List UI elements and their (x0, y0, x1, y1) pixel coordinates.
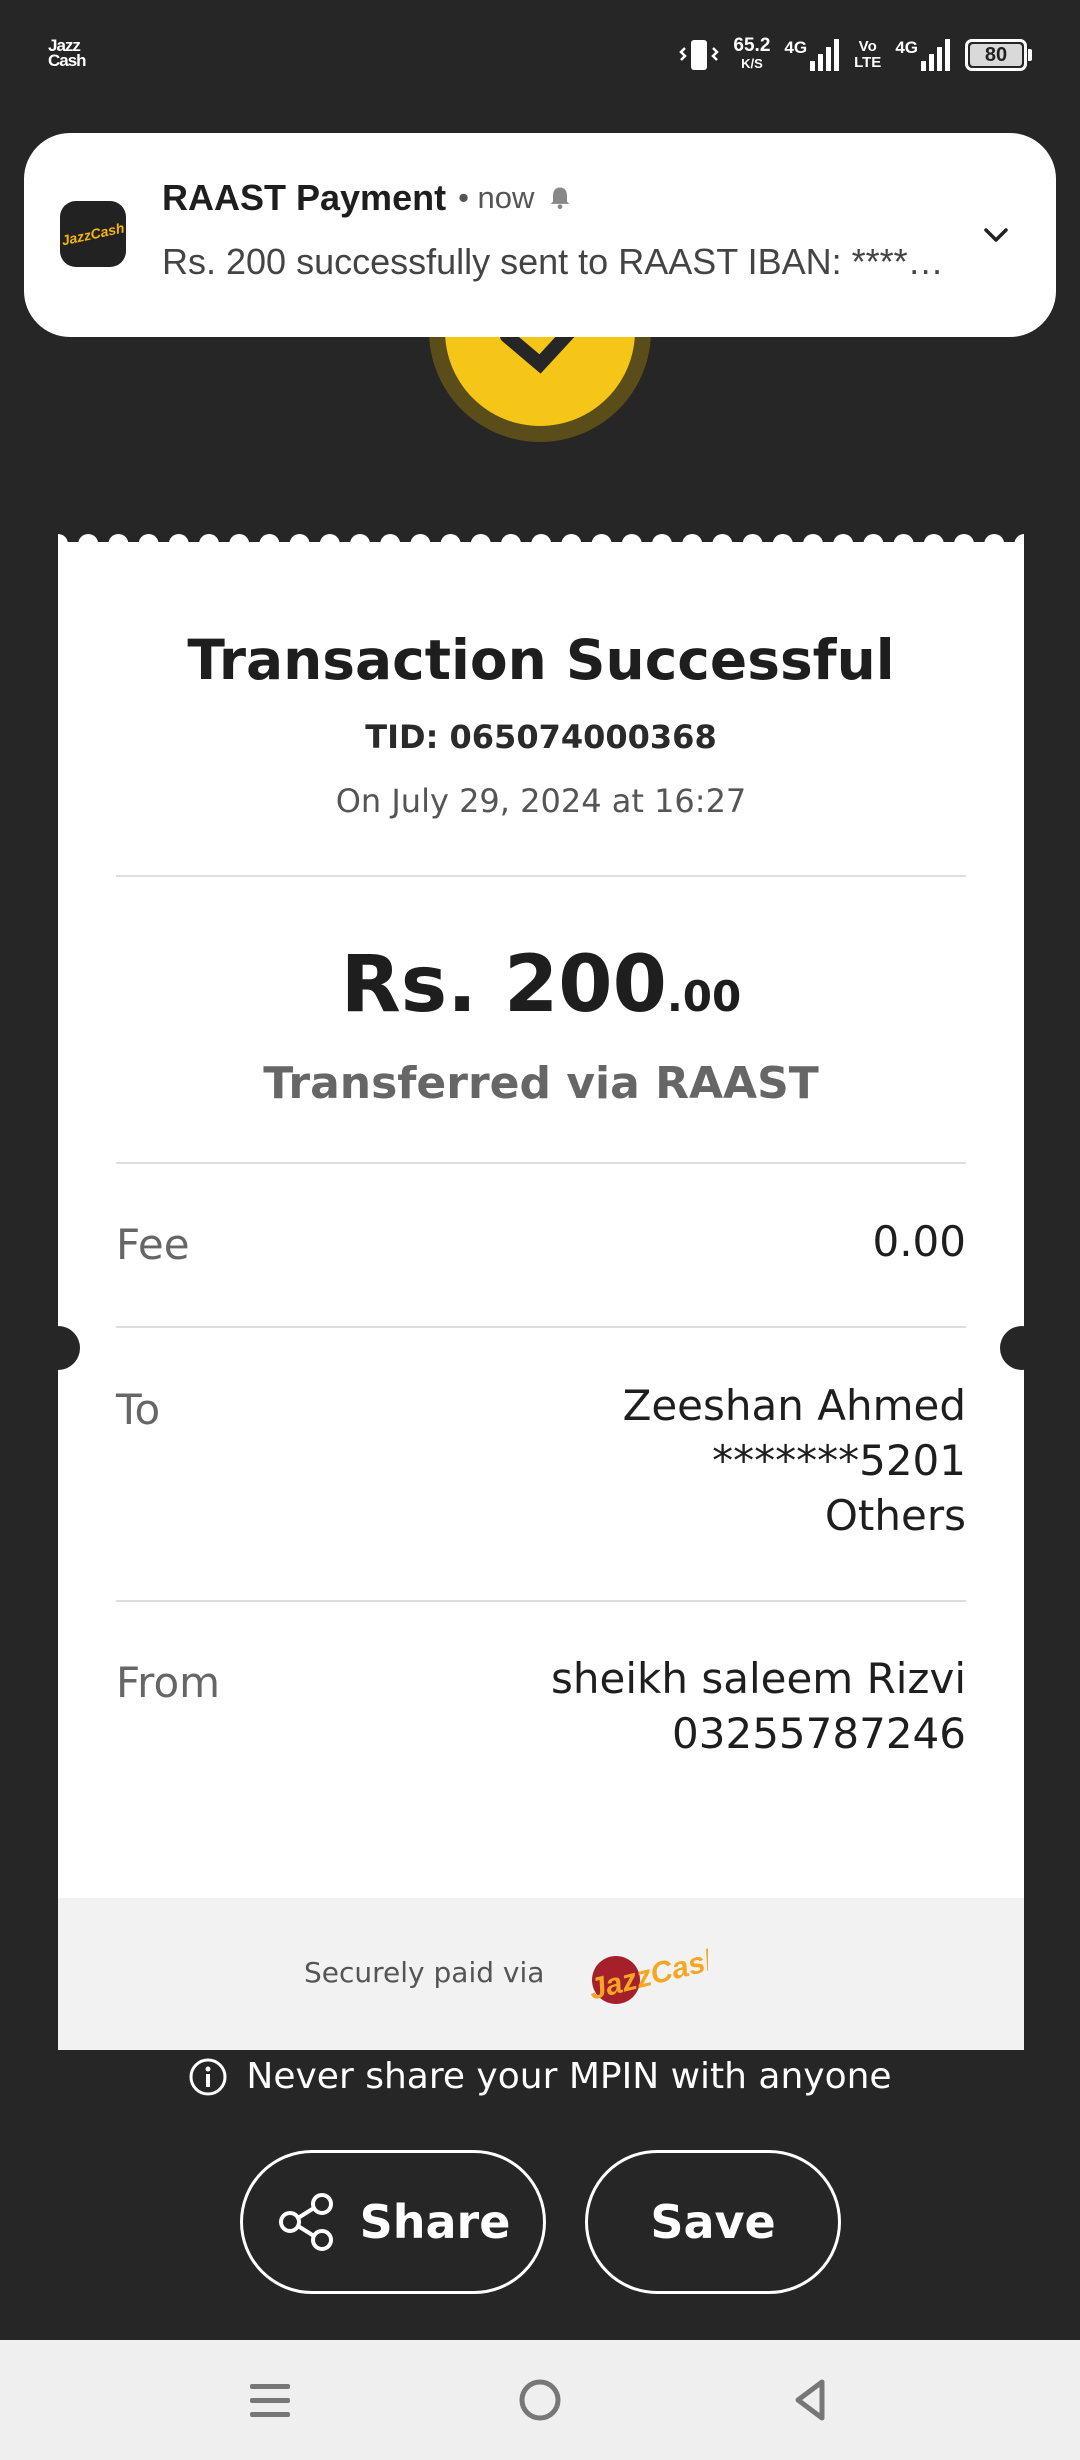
from-label: From (116, 1658, 221, 1707)
signal-1: 4G (784, 39, 840, 71)
divider (116, 875, 966, 877)
jazzcash-status-icon: Jazz Cash (48, 36, 87, 70)
network-speed: 65.2 K/S (733, 35, 771, 71)
recipient-bank: Others (824, 1491, 966, 1540)
mpin-warning: Never share your MPIN with anyone (0, 2056, 1080, 2097)
to-label: To (116, 1385, 161, 1434)
battery-icon: 80 (965, 39, 1032, 71)
transfer-method: Transferred via RAAST (263, 1058, 819, 1109)
fee-value: 0.00 (872, 1217, 966, 1266)
share-icon (278, 2193, 333, 2251)
to-details: Zeeshan Ahmed *******5201 Others (623, 1378, 966, 1543)
volte-indicator: Vo LTE (854, 38, 882, 71)
svg-text:JazzCash: JazzCash (586, 1941, 708, 2006)
save-button[interactable]: Save (585, 2150, 841, 2294)
transaction-title: Transaction Successful (187, 628, 895, 692)
notification-header: RAAST Payment • now (162, 177, 574, 219)
chevron-down-icon[interactable] (976, 215, 1016, 255)
amount-decimal: .00 (666, 972, 742, 1021)
divider (116, 1326, 966, 1328)
jazzcash-logo: JazzCash (586, 1941, 708, 2006)
home-icon[interactable] (510, 2370, 570, 2430)
save-button-label: Save (650, 2195, 776, 2249)
recipient-name: Zeeshan Ahmed (622, 1381, 966, 1430)
from-details: sheikh saleem Rizvi 03255787246 (551, 1651, 966, 1761)
notification-time: • now (458, 180, 535, 215)
sender-name: sheikh saleem Rizvi (551, 1654, 966, 1703)
divider (116, 1600, 966, 1602)
signal-bars-icon (810, 39, 840, 71)
notification-title: RAAST Payment (162, 177, 447, 218)
info-icon (189, 2058, 227, 2095)
notification-body: Rs. 200 successfully sent to RAAST IBAN:… (162, 241, 952, 282)
raast-notification[interactable]: JazzCash RAAST Payment • now Rs. 200 suc… (24, 133, 1056, 337)
recipient-account: *******5201 (712, 1436, 966, 1485)
warning-text: Never share your MPIN with anyone (246, 2056, 892, 2097)
receipt-notch-left (36, 1326, 80, 1370)
signal-2: 4G (895, 39, 951, 71)
receipt-card: Transaction Successful TID: 065074000368… (58, 550, 1024, 2050)
amount-main: Rs. 200 (340, 940, 667, 1030)
receipt-footer: Securely paid via JazzCash (58, 1898, 1024, 2050)
transaction-date: On July 29, 2024 at 16:27 (335, 782, 747, 820)
status-icons: 65.2 K/S 4G Vo LTE 4G 80 (679, 32, 1032, 78)
fee-label: Fee (116, 1220, 190, 1269)
divider (116, 1162, 966, 1164)
jazzcash-app-icon: JazzCash (60, 201, 126, 267)
sender-number: 03255787246 (672, 1709, 966, 1758)
receipt-notch-right (1000, 1326, 1044, 1370)
recent-apps-icon[interactable] (240, 2370, 300, 2430)
share-button[interactable]: Share (240, 2150, 546, 2294)
share-button-label: Share (359, 2195, 511, 2249)
secure-paid-text: Securely paid via (304, 1956, 545, 1989)
signal-bars-icon (921, 39, 950, 71)
bell-icon (551, 187, 570, 210)
status-bar: Jazz Cash 65.2 K/S 4G Vo LTE 4G 80 (0, 0, 1080, 110)
system-nav-bar (0, 2340, 1080, 2460)
vibrate-icon (679, 40, 720, 70)
back-icon[interactable] (780, 2370, 840, 2430)
transaction-amount: Rs. 200.00 (58, 940, 1024, 1030)
transaction-id: TID: 065074000368 (365, 718, 717, 756)
